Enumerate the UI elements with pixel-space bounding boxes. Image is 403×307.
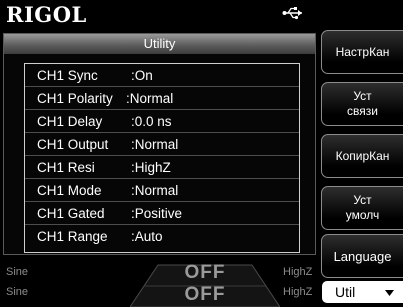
param-row-delay[interactable]: CH1 Delay :0.0 ns <box>25 112 299 133</box>
param-label: CH1 Mode <box>37 183 102 198</box>
param-label: CH1 Sync <box>37 68 98 83</box>
param-row-mode[interactable]: CH1 Mode :Normal <box>25 181 299 202</box>
param-label: CH1 Gated <box>37 206 105 221</box>
triangle-down-icon <box>385 290 394 296</box>
util-menu-tab[interactable]: Util <box>322 281 403 303</box>
param-value: :Positive <box>131 206 183 221</box>
param-row-resistance[interactable]: CH1 Resi :HighZ <box>25 158 299 179</box>
softkey-label: Language <box>333 248 392 264</box>
ch1-waveform: Sine <box>6 266 29 278</box>
param-row-range[interactable]: CH1 Range :Auto <box>25 227 299 248</box>
param-row-polarity[interactable]: CH1 Polarity :Normal <box>25 89 299 110</box>
param-row-gated[interactable]: CH1 Gated :Positive <box>25 204 299 225</box>
param-value: :On <box>131 68 153 83</box>
softkey-label: НастрКан <box>335 44 390 59</box>
softkey-channel-settings[interactable]: НастрКан <box>321 30 403 74</box>
ch2-waveform: Sine <box>6 286 29 298</box>
softkey-label-line1: Уст <box>353 89 372 103</box>
param-label: CH1 Output <box>37 137 109 152</box>
param-value: :HighZ <box>131 160 171 175</box>
softkey-default-settings[interactable]: Уст умолч <box>321 186 403 230</box>
param-label: CH1 Delay <box>37 114 103 129</box>
param-value: :Normal <box>131 137 179 152</box>
param-value: :0.0 ns <box>131 114 172 129</box>
param-row-sync[interactable]: CH1 Sync :On <box>25 66 299 87</box>
brand-logo: RIGOL <box>6 2 87 27</box>
generator-screen: RIGOL Utility CH1 Sync :On CH1 Polarity … <box>0 0 403 307</box>
param-label: CH1 Polarity <box>37 91 113 106</box>
softkey-label-line2: связи <box>347 104 378 118</box>
param-value: :Auto <box>131 229 163 244</box>
util-tab-label: Util <box>335 284 356 300</box>
utility-panel: Utility CH1 Sync :On CH1 Polarity :Norma… <box>3 33 316 255</box>
param-label: CH1 Range <box>37 229 108 244</box>
softkey-label-line2: умолч <box>345 208 380 222</box>
ch2-output-state[interactable]: OFF <box>175 284 235 306</box>
utility-param-list: CH1 Sync :On CH1 Polarity :Normal CH1 De… <box>24 63 300 253</box>
softkey-copy-channel[interactable]: КопирКан <box>321 134 403 178</box>
ch2-impedance: HighZ <box>283 286 313 298</box>
usb-icon <box>282 7 302 20</box>
softkey-interface-settings[interactable]: Уст связи <box>321 82 403 126</box>
softkey-language[interactable]: Language <box>321 234 403 278</box>
param-row-output[interactable]: CH1 Output :Normal <box>25 135 299 156</box>
softkey-label-line1: Уст <box>353 193 372 207</box>
param-value: :Normal <box>131 183 179 198</box>
ch1-output-state[interactable]: OFF <box>175 262 235 284</box>
ch1-impedance: HighZ <box>283 266 313 278</box>
softkey-label: КопирКан <box>335 148 390 163</box>
panel-title: Utility <box>4 34 315 54</box>
param-value: :Normal <box>126 91 174 106</box>
param-label: CH1 Resi <box>37 160 95 175</box>
